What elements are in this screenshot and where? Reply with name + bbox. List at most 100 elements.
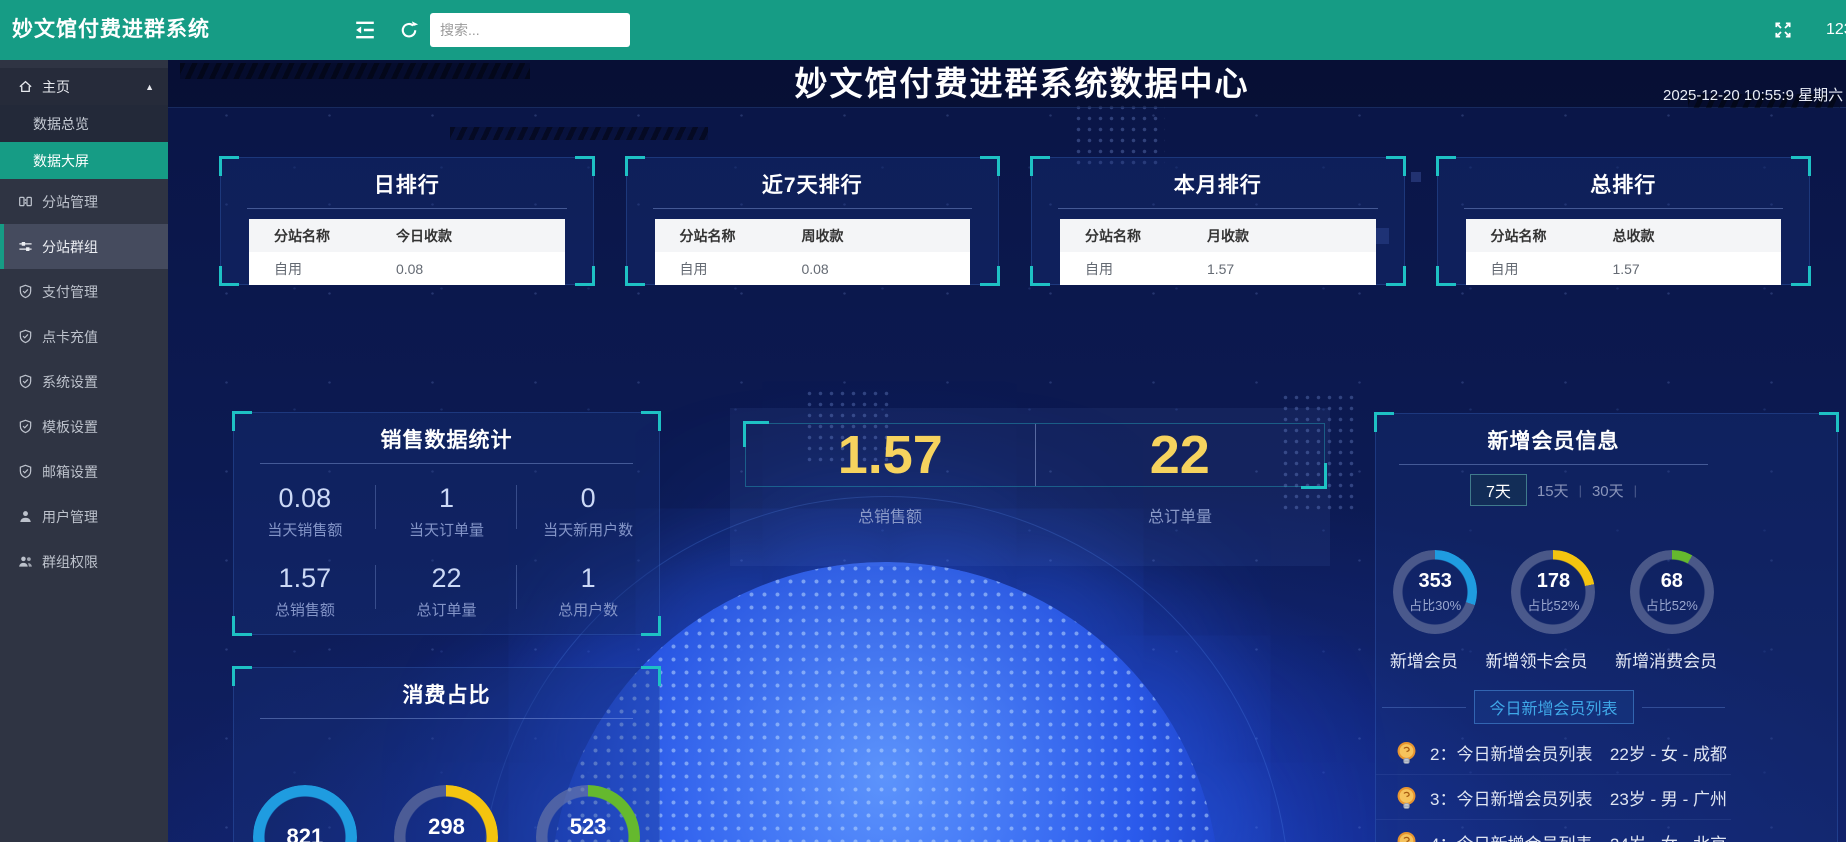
stat-label: 当天新用户数	[517, 519, 659, 540]
search-input[interactable]	[430, 13, 630, 47]
card-title: 本月排行	[1032, 169, 1404, 199]
sidebar-item-system-settings[interactable]: 系统设置	[0, 359, 168, 404]
decor-line	[1382, 707, 1466, 708]
stat-value: 22	[376, 563, 518, 594]
tab-separator: |	[1634, 483, 1637, 498]
list-item[interactable]: 2：今日新增会员列表 22岁 - 女 - 成都	[1376, 730, 1731, 775]
rank-card-daily: 日排行 分站名称 今日收款 自用 0.08	[220, 157, 594, 285]
stats-grid: 0.08 当天销售额 1 当天订单量 0 当天新用户数 1.57 总销售额 22	[234, 477, 659, 628]
sidebar-item-label: 模板设置	[42, 417, 98, 437]
corner-bracket	[1386, 156, 1406, 176]
stat-label: 总用户数	[517, 599, 659, 620]
sales-stats-panel: 销售数据统计 0.08 当天销售额 1 当天订单量 0 当天新用户数 1.57 …	[233, 412, 660, 635]
list-item[interactable]: 4：今日新增会员列表 24岁 - 女 - 北京	[1376, 820, 1731, 842]
sidebar-item-template-settings[interactable]: 模板设置	[0, 404, 168, 449]
donut-ratio: 占比30%	[1409, 595, 1461, 614]
tab-7days[interactable]: 7天	[1470, 474, 1527, 506]
donut-chart-523: 523占比64%	[536, 785, 640, 842]
fullscreen-icon[interactable]	[1772, 20, 1794, 40]
table-row: 自用 0.08	[655, 252, 971, 285]
table-header-row: 分站名称 今日收款	[249, 219, 565, 252]
table-header-row: 分站名称 周收款	[655, 219, 971, 252]
home-icon	[17, 79, 33, 95]
divider	[653, 208, 973, 209]
list-item-text: 2：今日新增会员列表	[1430, 740, 1592, 765]
today-members-list-button[interactable]: 今日新增会员列表	[1474, 690, 1634, 724]
list-item-info: 23岁 - 男 - 广州	[1610, 785, 1727, 810]
rank-table: 分站名称 月收款 自用 1.57	[1060, 219, 1376, 285]
list-item-text: 4：今日新增会员列表	[1430, 830, 1592, 842]
col-header: 周收款	[796, 226, 970, 246]
ranking-cards-row: 日排行 分站名称 今日收款 自用 0.08 近7天排行	[220, 157, 1810, 285]
card-title: 近7天排行	[627, 169, 999, 199]
menu-fold-icon[interactable]	[354, 20, 376, 40]
sidebar-item-data-overview[interactable]: 数据总览	[0, 105, 168, 142]
divider	[1399, 464, 1708, 465]
divider	[260, 718, 633, 719]
sidebar-item-data-screen[interactable]: 数据大屏	[0, 142, 168, 179]
donut-chart-298: 298占比36%	[394, 785, 498, 842]
decor-hatch-mid	[450, 127, 708, 140]
donut-label: 新增领卡会员	[1485, 647, 1587, 672]
list-item[interactable]: 3：今日新增会员列表 23岁 - 男 - 广州	[1376, 775, 1731, 820]
donut-chart-353: 353 占比30%	[1393, 550, 1477, 634]
corner-bracket	[232, 666, 252, 686]
tab-15days[interactable]: 15天	[1527, 480, 1579, 501]
col-header: 分站名称	[249, 226, 391, 246]
shield-check-icon	[17, 284, 33, 300]
rank-card-total: 总排行 分站名称 总收款 自用 1.57	[1437, 157, 1811, 285]
table-row: 自用 0.08	[249, 252, 565, 285]
donut-value: 353	[1418, 570, 1451, 593]
total-sales-label: 总销售额	[745, 503, 1035, 527]
sidebar-item-site-manage[interactable]: 分站管理	[0, 179, 168, 224]
corner-bracket	[1791, 266, 1811, 286]
total-orders-value: 22	[1150, 425, 1210, 485]
refresh-icon[interactable]	[398, 20, 420, 40]
sidebar-item-label: 邮箱设置	[42, 462, 98, 482]
divider	[260, 463, 633, 464]
stat-today-new-users: 0 当天新用户数	[517, 477, 659, 548]
stat-label: 当天销售额	[234, 519, 376, 540]
tab-30days[interactable]: 30天	[1582, 480, 1634, 501]
bulb-icon	[1394, 740, 1419, 765]
stat-value: 1.57	[234, 563, 376, 594]
sidebar-item-label: 用户管理	[42, 507, 98, 527]
sidebar-item-label: 系统设置	[42, 372, 98, 392]
corner-bracket	[1030, 266, 1050, 286]
table-header-row: 分站名称 总收款	[1466, 219, 1782, 252]
bulb-icon	[1394, 830, 1419, 842]
donut-ratio: 占比52%	[1527, 595, 1579, 614]
username[interactable]: 123	[1826, 0, 1846, 60]
cell-amount: 0.08	[796, 261, 970, 277]
stat-total-users: 1 总用户数	[517, 557, 659, 628]
shield-check-icon	[17, 419, 33, 435]
shield-check-icon	[17, 464, 33, 480]
col-header: 分站名称	[1466, 226, 1608, 246]
totals-panel: 1.57 22 总销售额 总订单量	[745, 423, 1325, 527]
donut-label: 新增会员	[1390, 647, 1458, 672]
sidebar-item-site-groups[interactable]: 分站群组	[0, 224, 168, 269]
stat-today-sales: 0.08 当天销售额	[234, 477, 376, 548]
corner-bracket	[1374, 412, 1394, 432]
decor-line	[1642, 707, 1726, 708]
datetime-text: 2025-12-20 10:55:9 星期六	[1663, 84, 1843, 105]
sidebar-item-email-settings[interactable]: 邮箱设置	[0, 449, 168, 494]
divider	[1464, 208, 1784, 209]
sidebar-item-home[interactable]: 主页 ▲	[0, 68, 168, 105]
donut-chart-821: 821	[253, 785, 357, 842]
rank-table: 分站名称 总收款 自用 1.57	[1466, 219, 1782, 285]
corner-bracket	[1436, 156, 1456, 176]
new-members-panel: 新增会员信息 7天 15天 | 30天 | 353占比30%	[1375, 413, 1838, 842]
stat-today-orders: 1 当天订单量	[376, 477, 518, 548]
sidebar-item-card-recharge[interactable]: 点卡充值	[0, 314, 168, 359]
sidebar-item-user-manage[interactable]: 用户管理	[0, 494, 168, 539]
stat-label: 总销售额	[234, 599, 376, 620]
decor-hatch-left	[180, 63, 530, 79]
members-list: 2：今日新增会员列表 22岁 - 女 - 成都 3：今日新增会员列表 23岁 -…	[1376, 730, 1731, 842]
cell-site-name: 自用	[1466, 259, 1608, 279]
sidebar-item-group-permissions[interactable]: 群组权限	[0, 539, 168, 584]
list-button-row: 今日新增会员列表	[1376, 690, 1731, 724]
sliders-icon	[17, 239, 33, 255]
sidebar-item-payment[interactable]: 支付管理	[0, 269, 168, 314]
list-item-info: 22岁 - 女 - 成都	[1610, 740, 1727, 765]
